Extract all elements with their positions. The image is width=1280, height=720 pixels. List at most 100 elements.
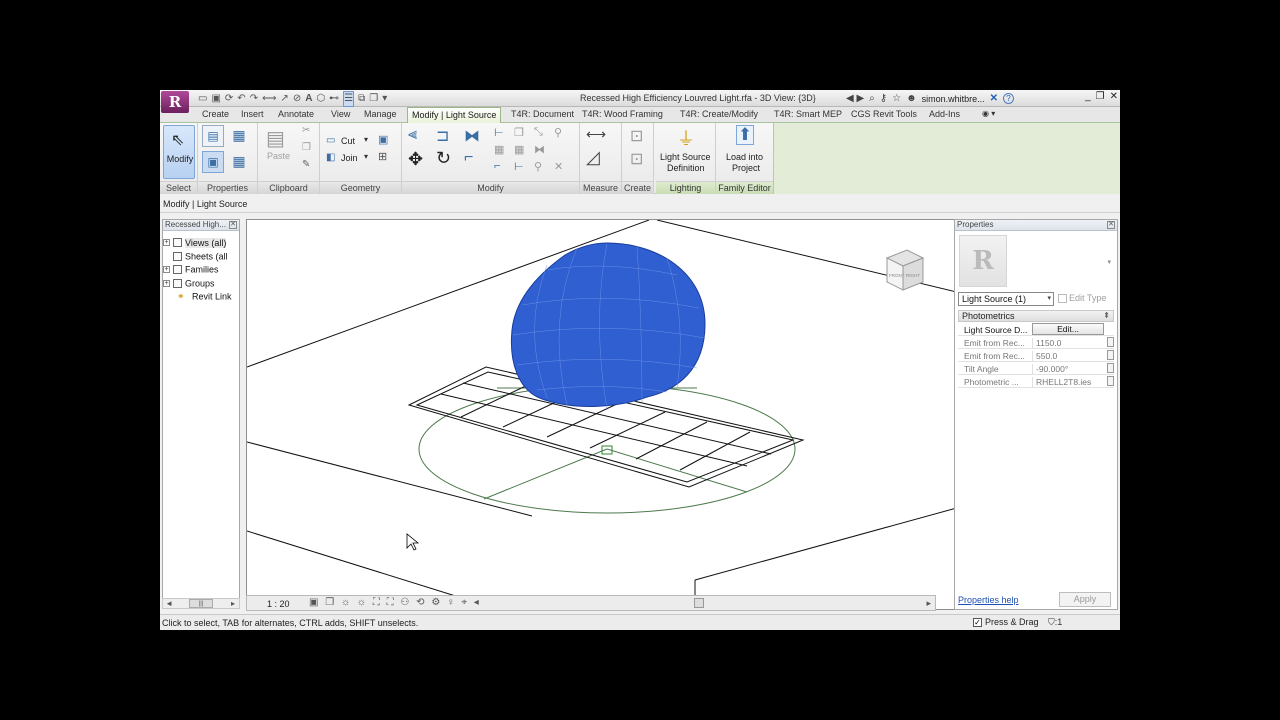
unpin-icon[interactable]: ⚲ [554, 126, 562, 139]
tree-item-families[interactable]: + Families [163, 264, 219, 275]
open-icon[interactable]: ▭ [198, 92, 207, 106]
application-menu-button[interactable]: R [161, 91, 189, 113]
collapse-icon[interactable]: ⇞ [1103, 311, 1110, 321]
tab-manage[interactable]: Manage [364, 109, 397, 119]
view-scale[interactable]: 1 : 20 [267, 599, 290, 609]
prop-row-photometric-web-file[interactable]: Photometric ... RHELL2T8.ies [958, 375, 1114, 388]
array-grid-icon[interactable]: ▦ [514, 143, 524, 156]
trim-single-icon[interactable]: ⌐ [494, 160, 500, 172]
cut-label[interactable]: Cut [341, 136, 355, 146]
customize-icon[interactable]: ▾ [382, 92, 387, 106]
restore-icon[interactable]: ❐ [1096, 91, 1105, 102]
align-icon[interactable]: ⫷ [408, 126, 417, 144]
edit-type-button[interactable]: Edit Type [1058, 293, 1106, 304]
modify-button[interactable]: ⇖ Modify [163, 125, 195, 179]
cut-geometry-icon[interactable]: ▭ [326, 135, 335, 146]
move-icon[interactable]: ✥ [408, 149, 423, 170]
scale-icon[interactable]: ⤡ [534, 126, 543, 139]
offset-icon[interactable]: ⊐ [436, 126, 449, 146]
tab-view[interactable]: View [331, 109, 350, 119]
tab-annotate[interactable]: Annotate [278, 109, 314, 119]
split-gap-icon[interactable]: ⊢ [514, 160, 524, 173]
tab-add-ins[interactable]: Add-Ins [929, 109, 960, 119]
viewport-horizontal-scroll-thumb[interactable] [694, 598, 704, 608]
associate-parameter-button[interactable] [1107, 363, 1114, 373]
key-icon[interactable]: ⚷ [880, 93, 887, 104]
prop-value[interactable]: 1150.0 [1032, 338, 1104, 348]
measure-icon[interactable]: ⟷ [262, 92, 276, 106]
properties-icon[interactable]: ▣ [202, 151, 224, 173]
search-icon[interactable]: ⌕ [869, 93, 875, 104]
sync-icon[interactable]: ⟳ [225, 92, 233, 106]
expand-icon[interactable]: + [163, 280, 170, 288]
photometrics-group-header[interactable]: Photometrics ⇞ [958, 310, 1114, 322]
tab-t4r-document[interactable]: T4R: Document [511, 109, 574, 119]
associate-parameter-button[interactable] [1107, 337, 1114, 347]
geometry-extra-icon[interactable]: ▣ [378, 133, 388, 146]
tree-item-revit-link[interactable]: ⚭ Revit Link [177, 291, 232, 302]
join-label[interactable]: Join [341, 153, 358, 163]
ribbon-minimize-icon[interactable]: ◉ ▾ [982, 109, 995, 118]
view-control-icons[interactable]: ▣ ❐ ☼ ☼ ⛶ ⛶ ⚇ ⟲ ⚙ ♀ ⌖ ◂ [309, 597, 481, 608]
save-icon[interactable]: ▣ [211, 92, 220, 106]
match-properties-icon[interactable]: ✎ [302, 159, 310, 170]
tab-insert[interactable]: Insert [241, 109, 264, 119]
tab-modify-light-source[interactable]: Modify | Light Source [407, 107, 502, 123]
family-category-icon[interactable]: ▦ [228, 125, 250, 147]
type-properties-icon[interactable]: ▦ [228, 151, 250, 173]
scroll-right-icon[interactable]: ▸ [231, 599, 235, 608]
split-element-icon[interactable]: ⊢ [494, 126, 504, 139]
help-icon[interactable]: ? [1003, 93, 1015, 104]
type-preview-image[interactable]: R [959, 235, 1007, 287]
tab-create[interactable]: Create [202, 109, 229, 119]
light-source-definition-button[interactable]: ⏚ Light Source Definition [656, 123, 716, 179]
dimension-icon[interactable]: ↗ [280, 92, 288, 106]
pin-icon[interactable]: ⚲ [534, 160, 542, 173]
apply-button[interactable]: Apply [1059, 592, 1111, 607]
3d-view-icon[interactable]: ⬡ [316, 92, 325, 106]
array-icon[interactable]: ▦ [494, 143, 504, 156]
tab-t4r-create-modify[interactable]: T4R: Create/Modify [680, 109, 758, 119]
paste-icon[interactable]: ▤ [266, 126, 285, 151]
thin-lines-icon[interactable]: ☰ [343, 90, 355, 107]
tab-cgs-revit-tools[interactable]: CGS Revit Tools [851, 109, 917, 119]
expand-icon[interactable]: + [163, 239, 170, 247]
light-source-sphere[interactable] [510, 242, 706, 411]
associate-parameter-button[interactable] [1107, 350, 1114, 360]
wall-joins-icon[interactable]: ⊞ [378, 150, 387, 163]
associate-parameter-button[interactable] [1107, 376, 1114, 386]
section-icon[interactable]: ⊷ [329, 92, 339, 106]
cut-clipboard-icon[interactable]: ✂ [302, 125, 310, 136]
family-types-icon[interactable]: ▤ [202, 125, 224, 147]
load-into-project-button[interactable]: ⬆ Load into Project [716, 123, 774, 179]
tab-t4r-smart-mep[interactable]: T4R: Smart MEP [774, 109, 842, 119]
join-geometry-icon[interactable]: ◧ [326, 152, 335, 163]
mirror-pick-axis-icon[interactable]: ⧓ [464, 126, 480, 146]
project-browser-scrollbar[interactable]: ◂ ||| ▸ [162, 598, 240, 609]
tree-item-views[interactable]: + Views (all) [163, 237, 227, 248]
close-icon[interactable]: ✕ [1107, 221, 1115, 229]
selection-filter[interactable]: ⛉:1 [1048, 617, 1062, 628]
close-icon[interactable]: ✕ [229, 221, 237, 229]
mirror-draw-axis-icon[interactable]: ⧓ [534, 143, 545, 156]
create-group-icon[interactable]: ⊡ [630, 126, 643, 146]
minimize-icon[interactable]: _ [1085, 91, 1091, 102]
close-icon[interactable]: ✕ [1110, 91, 1118, 102]
user-name[interactable]: simon.whitbre... [922, 94, 985, 104]
trim-extend-icon[interactable]: ⌐ [464, 149, 473, 167]
create-similar-icon[interactable]: ⊡ [630, 149, 643, 169]
prop-value[interactable]: RHELL2T8.ies [1032, 377, 1104, 387]
tree-item-groups[interactable]: + Groups [163, 278, 215, 289]
prop-row-emit-width[interactable]: Emit from Rec... 550.0 [958, 349, 1114, 362]
tree-item-sheets[interactable]: Sheets (all [173, 251, 228, 262]
redo-icon[interactable]: ↷ [250, 92, 258, 106]
favorites-star-icon[interactable]: ☆ [892, 93, 901, 104]
aligned-dimension-icon[interactable]: ◿ [586, 147, 600, 168]
view-scroll-left-icon[interactable]: ◂ [167, 598, 172, 609]
edit-light-source-button[interactable]: Edit... [1032, 323, 1104, 335]
scroll-thumb[interactable]: ||| [189, 599, 213, 608]
prop-value[interactable]: 550.0 [1032, 351, 1104, 361]
info-center-arrows[interactable]: ◀ ▶ [846, 93, 864, 104]
copy-modify-icon[interactable]: ❐ [514, 126, 524, 139]
measure-icon-ribbon[interactable]: ⟷ [586, 126, 606, 143]
